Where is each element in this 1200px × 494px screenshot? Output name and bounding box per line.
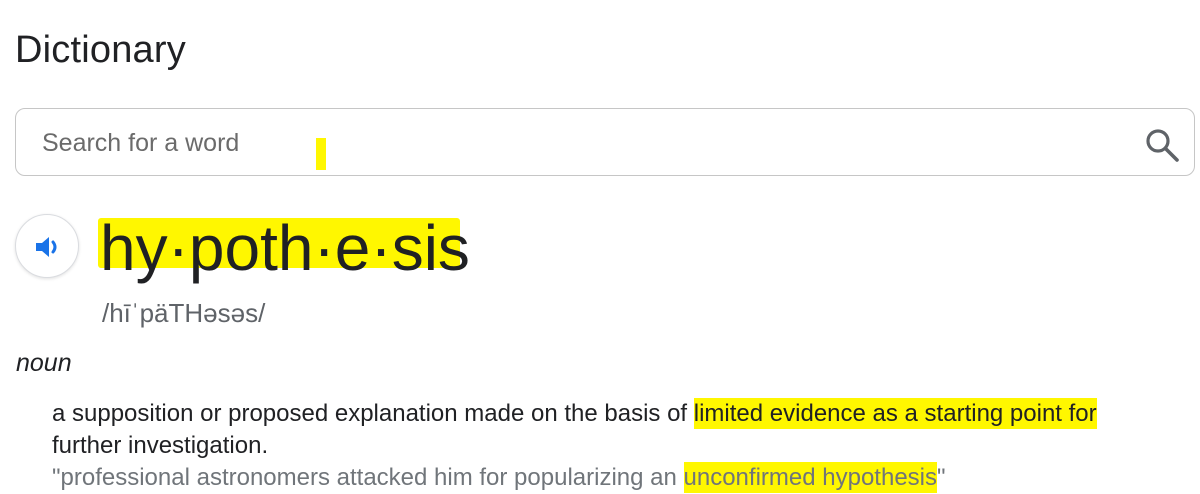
definition: a supposition or proposed explanation ma… <box>52 398 1192 462</box>
example-end: " <box>937 464 946 491</box>
definition-text: a supposition or proposed explanation ma… <box>52 400 694 427</box>
search-icon[interactable] <box>1144 127 1180 163</box>
volume-icon <box>36 237 57 257</box>
example-highlight: unconfirmed hypothesis <box>683 462 937 493</box>
definition-continuation: further investigation. <box>52 432 269 459</box>
part-of-speech: noun <box>16 349 72 377</box>
pronounce-button[interactable] <box>15 214 79 278</box>
example-sentence: "professional astronomers attacked him f… <box>52 462 1192 494</box>
search-box[interactable] <box>15 108 1195 176</box>
dictionary-page: Dictionary hy·poth·e·sis /hīˈpäTHəsəs/ n… <box>0 0 1200 494</box>
search-input[interactable] <box>42 123 1092 163</box>
page-title: Dictionary <box>15 29 186 71</box>
definition-highlight: limited evidence as a starting point for <box>693 398 1097 429</box>
phonetic-spelling: /hīˈpäTHəsəs/ <box>102 298 266 328</box>
highlight-mark <box>316 138 326 170</box>
headword: hy·poth·e·sis <box>100 212 470 284</box>
example-text: "professional astronomers attacked him f… <box>52 464 684 491</box>
